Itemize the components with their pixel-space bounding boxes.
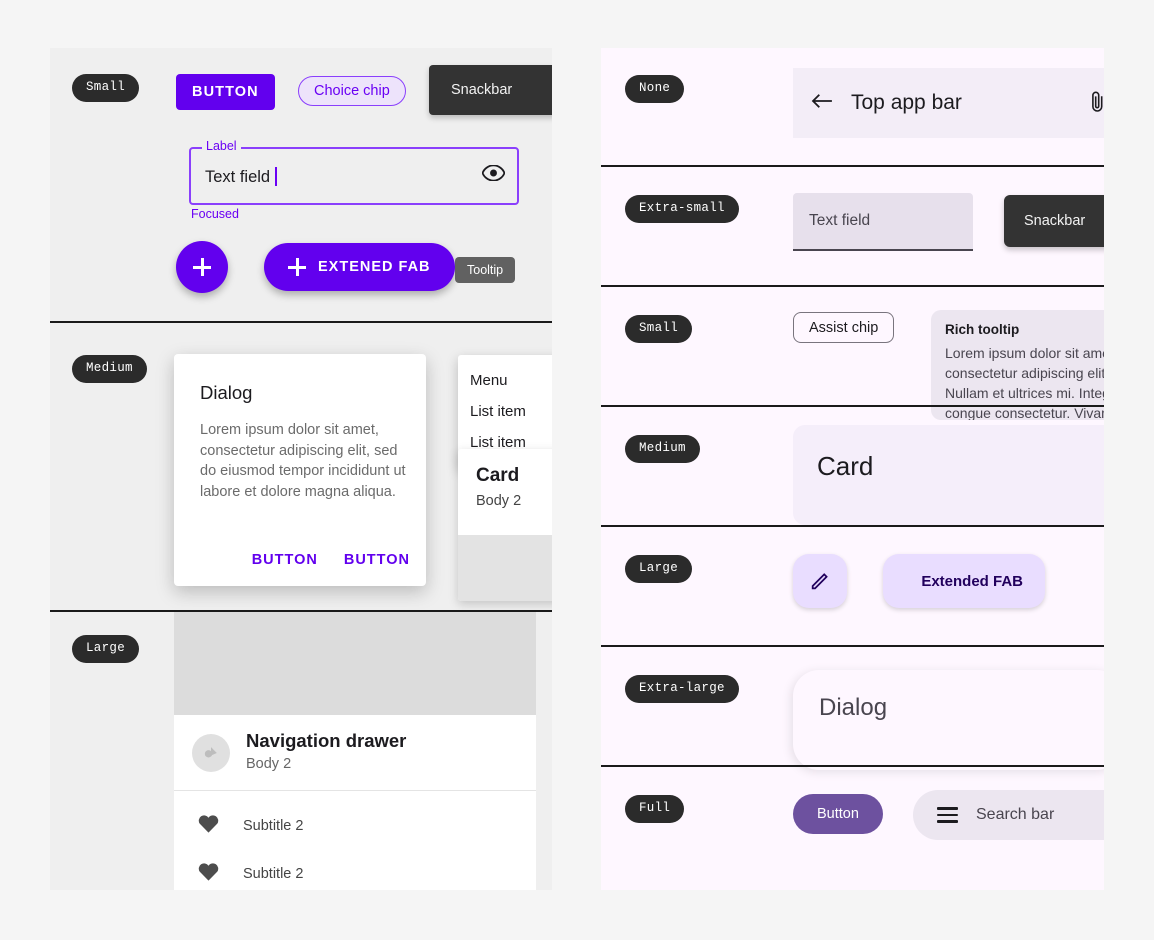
drawer-divider: [174, 790, 536, 791]
rich-tooltip: Rich tooltip Lorem ipsum dolor sit amet,…: [931, 310, 1104, 420]
drawer-hero-image: [174, 612, 536, 715]
attachment-icon[interactable]: [1090, 90, 1104, 119]
avatar: [192, 734, 230, 772]
text-cursor: [275, 167, 277, 186]
drawer-title: Navigation drawer: [246, 730, 407, 751]
row-divider-1: [601, 165, 1104, 167]
plain-tooltip: Tooltip: [455, 257, 516, 283]
arrow-back-icon[interactable]: [811, 92, 833, 115]
search-bar[interactable]: Search bar: [913, 790, 1104, 840]
dialog-title: Dialog: [200, 382, 253, 403]
right-panel: None Top app bar Extra-small Text field …: [601, 48, 1104, 890]
rich-tooltip-title: Rich tooltip: [945, 322, 1020, 337]
heart-icon: [198, 814, 219, 838]
card-title: Card: [476, 465, 520, 486]
avatar-placeholder-icon: [204, 747, 217, 758]
search-bar-placeholder: Search bar: [976, 806, 1055, 823]
plus-icon: [193, 258, 211, 276]
fab-button[interactable]: [176, 241, 228, 293]
drawer-subtitle: Body 2: [246, 756, 292, 772]
eye-icon[interactable]: [481, 164, 506, 186]
drawer-list-item[interactable]: Subtitle 2: [174, 850, 536, 890]
shape-token-small: Small: [625, 315, 693, 343]
card-title: Card: [817, 451, 874, 481]
snackbar-label: Snackbar: [451, 82, 513, 98]
top-app-bar-title: Top app bar: [851, 91, 962, 114]
plus-icon: [288, 258, 306, 276]
hamburger-icon[interactable]: [937, 803, 958, 826]
dialog-button-2[interactable]: BUTTON: [344, 552, 410, 568]
text-field-helper: Focused: [191, 207, 239, 221]
drawer-list-item-label: Subtitle 2: [243, 866, 304, 882]
shape-token-extra-small: Extra-small: [625, 195, 739, 223]
extended-fab-label: EXTENED FAB: [318, 259, 431, 275]
dialog: Dialog: [793, 670, 1104, 770]
card-media: [458, 535, 552, 601]
screenshot-stage: Small BUTTON Choice chip Snackbar Label …: [0, 0, 1154, 940]
shape-token-none: None: [625, 75, 685, 103]
card: Card: [793, 425, 1104, 525]
shape-token-small: Small: [72, 74, 140, 102]
text-field-value: Text field: [205, 167, 277, 187]
menu-header[interactable]: Menu: [458, 365, 552, 396]
dialog-button-1[interactable]: BUTTON: [252, 552, 318, 568]
snackbar-label: Snackbar: [1024, 213, 1086, 229]
drawer-list-item-label: Subtitle 2: [243, 818, 304, 834]
dialog: Dialog Lorem ipsum dolor sit amet, conse…: [174, 354, 426, 586]
drawer-list-item[interactable]: Subtitle 2: [174, 802, 536, 850]
heart-icon: [198, 862, 219, 886]
shape-token-large: Large: [72, 635, 140, 663]
text-field-label: Label: [202, 140, 241, 153]
dialog-title: Dialog: [819, 694, 888, 721]
section-divider-1: [50, 321, 552, 323]
snackbar: Snackbar: [429, 65, 552, 115]
dialog-actions: BUTTON BUTTON: [252, 552, 410, 568]
row-divider-5: [601, 645, 1104, 647]
shape-token-full: Full: [625, 795, 685, 823]
top-app-bar: Top app bar: [793, 68, 1104, 138]
row-divider-4: [601, 525, 1104, 527]
shape-token-medium: Medium: [625, 435, 700, 463]
extended-fab-label: Extended FAB: [921, 572, 1023, 590]
shape-token-extra-large: Extra-large: [625, 675, 739, 703]
menu-list-item[interactable]: List item: [458, 396, 552, 427]
pencil-icon: [811, 573, 828, 590]
assist-chip[interactable]: Assist chip: [793, 312, 895, 343]
row-divider-6: [601, 765, 1104, 767]
drawer-header: Navigation drawer Body 2: [174, 715, 536, 790]
choice-chip[interactable]: Choice chip: [298, 76, 406, 106]
filled-button[interactable]: Button: [793, 794, 883, 834]
row-divider-2: [601, 285, 1104, 287]
card-body: Body 2: [476, 493, 522, 509]
navigation-drawer: Navigation drawer Body 2 Subtitle 2 Subt…: [174, 612, 536, 890]
fab-button[interactable]: [793, 554, 847, 608]
dialog-body: Lorem ipsum dolor sit amet, consectetur …: [200, 422, 406, 500]
filled-text-field[interactable]: Text field: [793, 193, 973, 251]
outlined-text-field[interactable]: Label Text field: [189, 140, 519, 205]
filled-button[interactable]: BUTTON: [176, 74, 275, 110]
rich-tooltip-body: Lorem ipsum dolor sit amet, consectetur …: [945, 345, 1104, 420]
left-panel: Small BUTTON Choice chip Snackbar Label …: [50, 48, 552, 890]
shape-token-medium: Medium: [72, 355, 147, 383]
text-field-placeholder: Text field: [809, 212, 871, 229]
extended-fab-button[interactable]: EXTENED FAB: [264, 243, 455, 291]
row-divider-3: [601, 405, 1104, 407]
card: Card Body 2: [458, 449, 552, 601]
shape-token-large: Large: [625, 555, 693, 583]
extended-fab-button[interactable]: Extended FAB: [883, 554, 1045, 608]
snackbar: Snackbar: [1004, 195, 1104, 247]
